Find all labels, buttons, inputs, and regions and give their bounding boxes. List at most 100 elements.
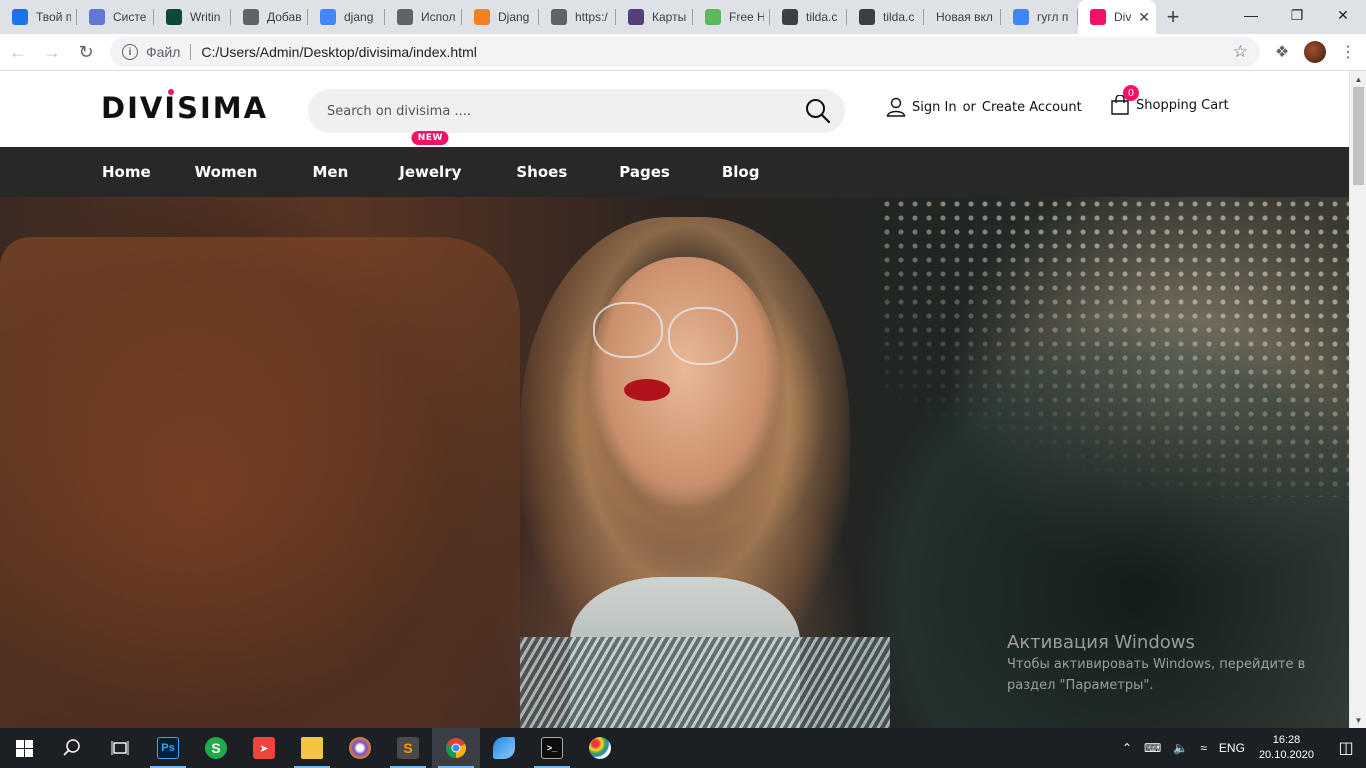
browser-tab[interactable]: tilda.c bbox=[770, 0, 847, 34]
search-input[interactable] bbox=[327, 103, 805, 119]
volume-icon[interactable]: 🔈 bbox=[1173, 741, 1188, 755]
tab-title: Карты bbox=[652, 10, 687, 24]
paint-icon[interactable] bbox=[576, 728, 624, 768]
new-badge: NEW bbox=[411, 131, 449, 145]
nav-item-men[interactable]: Men bbox=[312, 163, 348, 181]
google-icon bbox=[320, 9, 336, 25]
tilda-icon bbox=[782, 9, 798, 25]
system-tray: ⌃ ⌨ 🔈 ≈ ENG 16:28 20.10.2020 ◫ bbox=[1116, 728, 1366, 768]
search-icon[interactable] bbox=[805, 98, 831, 124]
sign-in-link[interactable]: Sign In bbox=[912, 100, 957, 115]
tray-chevron-icon[interactable]: ⌃ bbox=[1122, 741, 1132, 755]
browser-tab[interactable]: Новая вкл bbox=[924, 0, 1001, 34]
browser-tab[interactable]: Writin bbox=[154, 0, 231, 34]
shopping-cart[interactable]: 0 Shopping Cart bbox=[1110, 85, 1229, 115]
back-button[interactable]: ← bbox=[2, 36, 34, 68]
browser-menu-icon[interactable]: ⋮ bbox=[1332, 36, 1364, 68]
nav-item-shoes[interactable]: Shoes bbox=[516, 163, 567, 181]
tab-title: tilda.c bbox=[883, 10, 915, 24]
or-text: or bbox=[962, 99, 976, 115]
browser-tab[interactable]: Djang bbox=[462, 0, 539, 34]
tab-active[interactable]: Div ✕ bbox=[1078, 0, 1156, 34]
tab-title: Добав bbox=[267, 10, 302, 24]
browser-tab[interactable]: Карты bbox=[616, 0, 693, 34]
browser-tab[interactable]: Испол bbox=[385, 0, 462, 34]
scroll-down-arrow-icon[interactable]: ▼ bbox=[1350, 712, 1366, 728]
minimize-button[interactable]: — bbox=[1228, 0, 1274, 30]
tab-title: Free H bbox=[729, 10, 764, 24]
new-tab-button[interactable]: + bbox=[1156, 0, 1190, 34]
info-icon[interactable]: i bbox=[122, 44, 138, 60]
scrollbar-thumb[interactable] bbox=[1353, 87, 1364, 185]
sublime-text-icon[interactable]: S bbox=[384, 728, 432, 768]
edge-like-app-icon[interactable] bbox=[480, 728, 528, 768]
google-icon bbox=[1013, 9, 1029, 25]
browser-tab[interactable]: djang bbox=[308, 0, 385, 34]
chrome-icon[interactable] bbox=[432, 728, 480, 768]
address-bar[interactable]: i Файл C:/Users/Admin/Desktop/divisima/i… bbox=[110, 37, 1260, 67]
globe-icon bbox=[551, 9, 567, 25]
create-account-link[interactable]: Create Account bbox=[982, 100, 1082, 115]
notification-center-icon[interactable]: ◫ bbox=[1326, 728, 1366, 768]
clock[interactable]: 16:28 20.10.2020 bbox=[1259, 733, 1314, 763]
browser-tab[interactable]: Твой п bbox=[0, 0, 77, 34]
windows-start-icon[interactable] bbox=[0, 728, 48, 768]
tab-list: Твой п Систе Writin Добав djang Испол Djang htt… bbox=[0, 0, 1156, 34]
search-bar bbox=[308, 89, 845, 133]
user-icon bbox=[886, 97, 906, 117]
site-header: DIVISIMA Sign In or Create Account bbox=[0, 71, 1349, 147]
task-view-icon[interactable] bbox=[96, 728, 144, 768]
tab-title: https:/ bbox=[575, 10, 608, 24]
browser-tab-strip: Твой п Систе Writin Добав djang Испол Djang htt… bbox=[0, 0, 1366, 34]
extensions-puzzle-icon[interactable]: ❖ bbox=[1266, 36, 1298, 68]
windows-taskbar: Ps S ➤ S >_ ⌃ ⌨ 🔈 ≈ ENG 16:28 20.10.2020… bbox=[0, 728, 1366, 768]
language-indicator[interactable]: ENG bbox=[1219, 741, 1245, 755]
globe-icon bbox=[397, 9, 413, 25]
close-window-button[interactable]: ✕ bbox=[1320, 0, 1366, 30]
reload-button[interactable]: ↻ bbox=[70, 36, 102, 68]
anydesk-icon[interactable]: ➤ bbox=[240, 728, 288, 768]
nav-item-blog[interactable]: Blog bbox=[722, 163, 760, 181]
tab-title: гугл п bbox=[1037, 10, 1069, 24]
scroll-up-arrow-icon[interactable]: ▲ bbox=[1350, 71, 1366, 87]
browser-tab[interactable]: Free H bbox=[693, 0, 770, 34]
tab-title: djang bbox=[344, 10, 374, 24]
nav-item-home[interactable]: Home bbox=[102, 163, 151, 181]
wifi-icon[interactable]: ≈ bbox=[1200, 741, 1207, 755]
tab-title: Испол bbox=[421, 10, 456, 24]
forward-button[interactable]: → bbox=[36, 36, 68, 68]
browser-tab[interactable]: гугл п bbox=[1001, 0, 1078, 34]
bootstrap-icon bbox=[628, 9, 644, 25]
nav-item-women[interactable]: Women bbox=[195, 163, 258, 181]
search-taskbar-icon[interactable] bbox=[48, 728, 96, 768]
tab-title: Систе bbox=[113, 10, 147, 24]
browser-tab[interactable]: Систе bbox=[77, 0, 154, 34]
skype-icon[interactable]: S bbox=[192, 728, 240, 768]
url-text[interactable]: C:/Users/Admin/Desktop/divisima/index.ht… bbox=[201, 44, 1232, 60]
nav-item-jewelry[interactable]: Jewelry NEW bbox=[399, 131, 461, 181]
profile-avatar[interactable] bbox=[1304, 41, 1326, 63]
hero-face bbox=[590, 257, 780, 507]
media-player-icon[interactable] bbox=[336, 728, 384, 768]
hero-glasses-right bbox=[668, 307, 738, 365]
bookmark-star-icon[interactable]: ☆ bbox=[1233, 42, 1248, 62]
close-tab-icon[interactable]: ✕ bbox=[1138, 9, 1150, 26]
browser-tab[interactable]: https:/ bbox=[539, 0, 616, 34]
terminal-icon[interactable]: >_ bbox=[528, 728, 576, 768]
watermark-text: Чтобы активировать Windows, перейдите в … bbox=[1007, 657, 1306, 693]
nav-item-label: Blog bbox=[721, 163, 760, 181]
nav-item-pages[interactable]: Pages bbox=[619, 163, 670, 181]
tab-title: Djang bbox=[498, 10, 530, 24]
file-explorer-icon[interactable] bbox=[288, 728, 336, 768]
browser-tab[interactable]: tilda.c bbox=[847, 0, 924, 34]
page-scrollbar[interactable]: ▲ ▼ bbox=[1349, 71, 1366, 728]
cart-count-badge: 0 bbox=[1123, 85, 1139, 101]
keyboard-layout-icon[interactable]: ⌨ bbox=[1144, 741, 1161, 755]
maximize-button[interactable]: ❐ bbox=[1274, 0, 1320, 30]
site-logo[interactable]: DIVISIMA bbox=[101, 89, 268, 125]
browser-tab[interactable]: Добав bbox=[231, 0, 308, 34]
nav-item-label: Women bbox=[194, 163, 258, 181]
protocol-label: Файл bbox=[146, 44, 181, 60]
nav-item-label: Men bbox=[312, 163, 349, 181]
photoshop-icon[interactable]: Ps bbox=[144, 728, 192, 768]
